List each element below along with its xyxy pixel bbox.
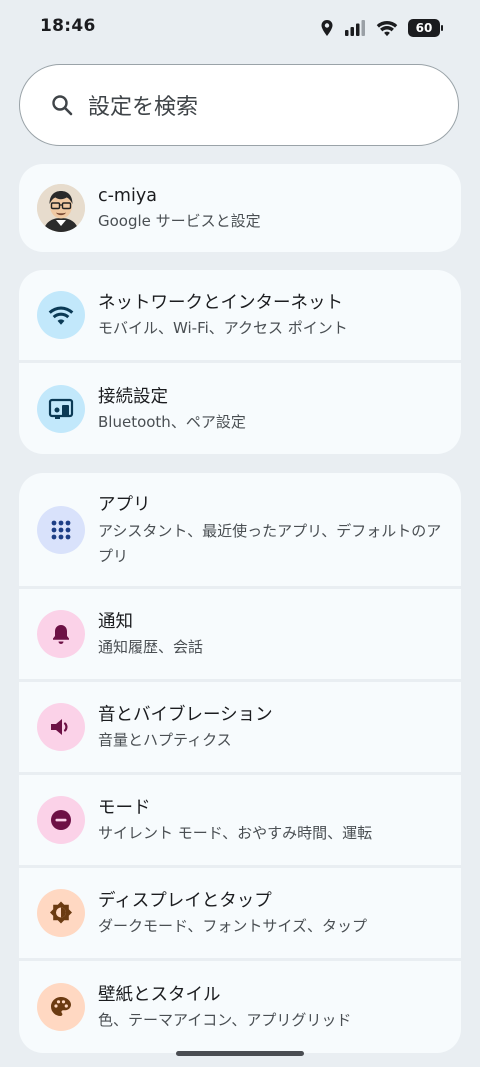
settings-item-subtitle: 音量とハプティクス [98, 731, 232, 749]
connected-devices-icon-circle [37, 384, 85, 433]
wifi-status-icon [376, 20, 398, 37]
settings-item-title: 接続設定 [98, 386, 168, 407]
speaker-icon [51, 719, 68, 735]
avatar-icon [37, 184, 85, 232]
avatar [37, 184, 85, 232]
bell-icon [53, 625, 69, 644]
do-not-disturb-icon [51, 810, 71, 830]
connectivity-card: ネットワークとインターネット モバイル、Wi-Fi、アクセス ポイント 接続設定… [19, 270, 461, 454]
wallpaper-icon-circle [37, 983, 85, 1031]
connected-devices-icon [48, 398, 74, 419]
cell-signal-icon [345, 20, 365, 36]
search-placeholder: 設定を検索 [88, 95, 199, 120]
settings-item-network[interactable]: ネットワークとインターネット モバイル、Wi-Fi、アクセス ポイント [19, 270, 461, 363]
settings-item-notifications[interactable]: 通知 通知履歴、会話 [19, 589, 461, 682]
wifi-icon [48, 306, 74, 325]
settings-item-sound[interactable]: 音とバイブレーション 音量とハプティクス [19, 682, 461, 775]
battery-level: 60 [415, 21, 433, 35]
settings-item-modes[interactable]: モード サイレント モード、おやすみ時間、運転 [19, 775, 461, 868]
settings-item-title: 壁紙とスタイル [98, 985, 221, 1005]
account-name: c-miya [98, 186, 157, 206]
search-icon [52, 95, 73, 116]
brightness-icon [50, 901, 72, 924]
battery-indicator: 60 [408, 19, 443, 37]
settings-item-subtitle: モバイル、Wi-Fi、アクセス ポイント [98, 319, 348, 337]
wifi-icon-circle [37, 291, 85, 339]
status-time: 18:46 [40, 16, 96, 36]
notifications-icon-circle [37, 610, 85, 658]
main-settings-card: アプリ アシスタント、最近使ったアプリ、デフォルトのアプリ 通知 通知履歴、会話… [19, 473, 461, 1053]
settings-item-subtitle: 色、テーマアイコン、アプリグリッド [98, 1011, 352, 1029]
settings-item-subtitle: サイレント モード、おやすみ時間、運転 [98, 824, 373, 842]
settings-item-display[interactable]: ディスプレイとタップ ダークモード、フォントサイズ、タップ [19, 868, 461, 961]
status-bar: 18:46 60 [0, 0, 480, 56]
settings-item-title: 通知 [98, 612, 133, 632]
apps-icon-circle [37, 505, 85, 554]
palette-icon [51, 997, 71, 1016]
account-subtitle: Google サービスと設定 [98, 212, 261, 230]
settings-item-apps[interactable]: アプリ アシスタント、最近使ったアプリ、デフォルトのアプリ [19, 473, 461, 589]
settings-item-title: ディスプレイとタップ [98, 891, 272, 911]
settings-item-title: モード [98, 798, 151, 818]
settings-item-connected-devices[interactable]: 接続設定 Bluetooth、ペア設定 [19, 363, 461, 454]
status-icons: 60 [320, 18, 443, 38]
settings-item-wallpaper[interactable]: 壁紙とスタイル 色、テーマアイコン、アプリグリッド [19, 961, 461, 1053]
sound-icon-circle [37, 703, 85, 751]
settings-item-subtitle: アシスタント、最近使ったアプリ、デフォルトのアプリ [98, 522, 442, 565]
search-bar[interactable]: 設定を検索 [19, 64, 459, 146]
settings-item-subtitle: ダークモード、フォントサイズ、タップ [98, 917, 367, 935]
settings-item-title: 音とバイブレーション [98, 705, 273, 725]
account-card[interactable]: c-miya Google サービスと設定 [19, 164, 461, 252]
account-row[interactable]: c-miya Google サービスと設定 [19, 164, 461, 252]
home-indicator[interactable] [176, 1051, 304, 1056]
apps-grid-icon [51, 520, 71, 539]
settings-item-title: アプリ [98, 495, 151, 515]
settings-item-subtitle: 通知履歴、会話 [98, 638, 204, 656]
modes-icon-circle [37, 796, 85, 844]
settings-item-subtitle: Bluetooth、ペア設定 [98, 412, 246, 431]
display-icon-circle [37, 889, 85, 937]
settings-item-title: ネットワークとインターネット [98, 293, 343, 313]
location-icon [321, 20, 333, 36]
